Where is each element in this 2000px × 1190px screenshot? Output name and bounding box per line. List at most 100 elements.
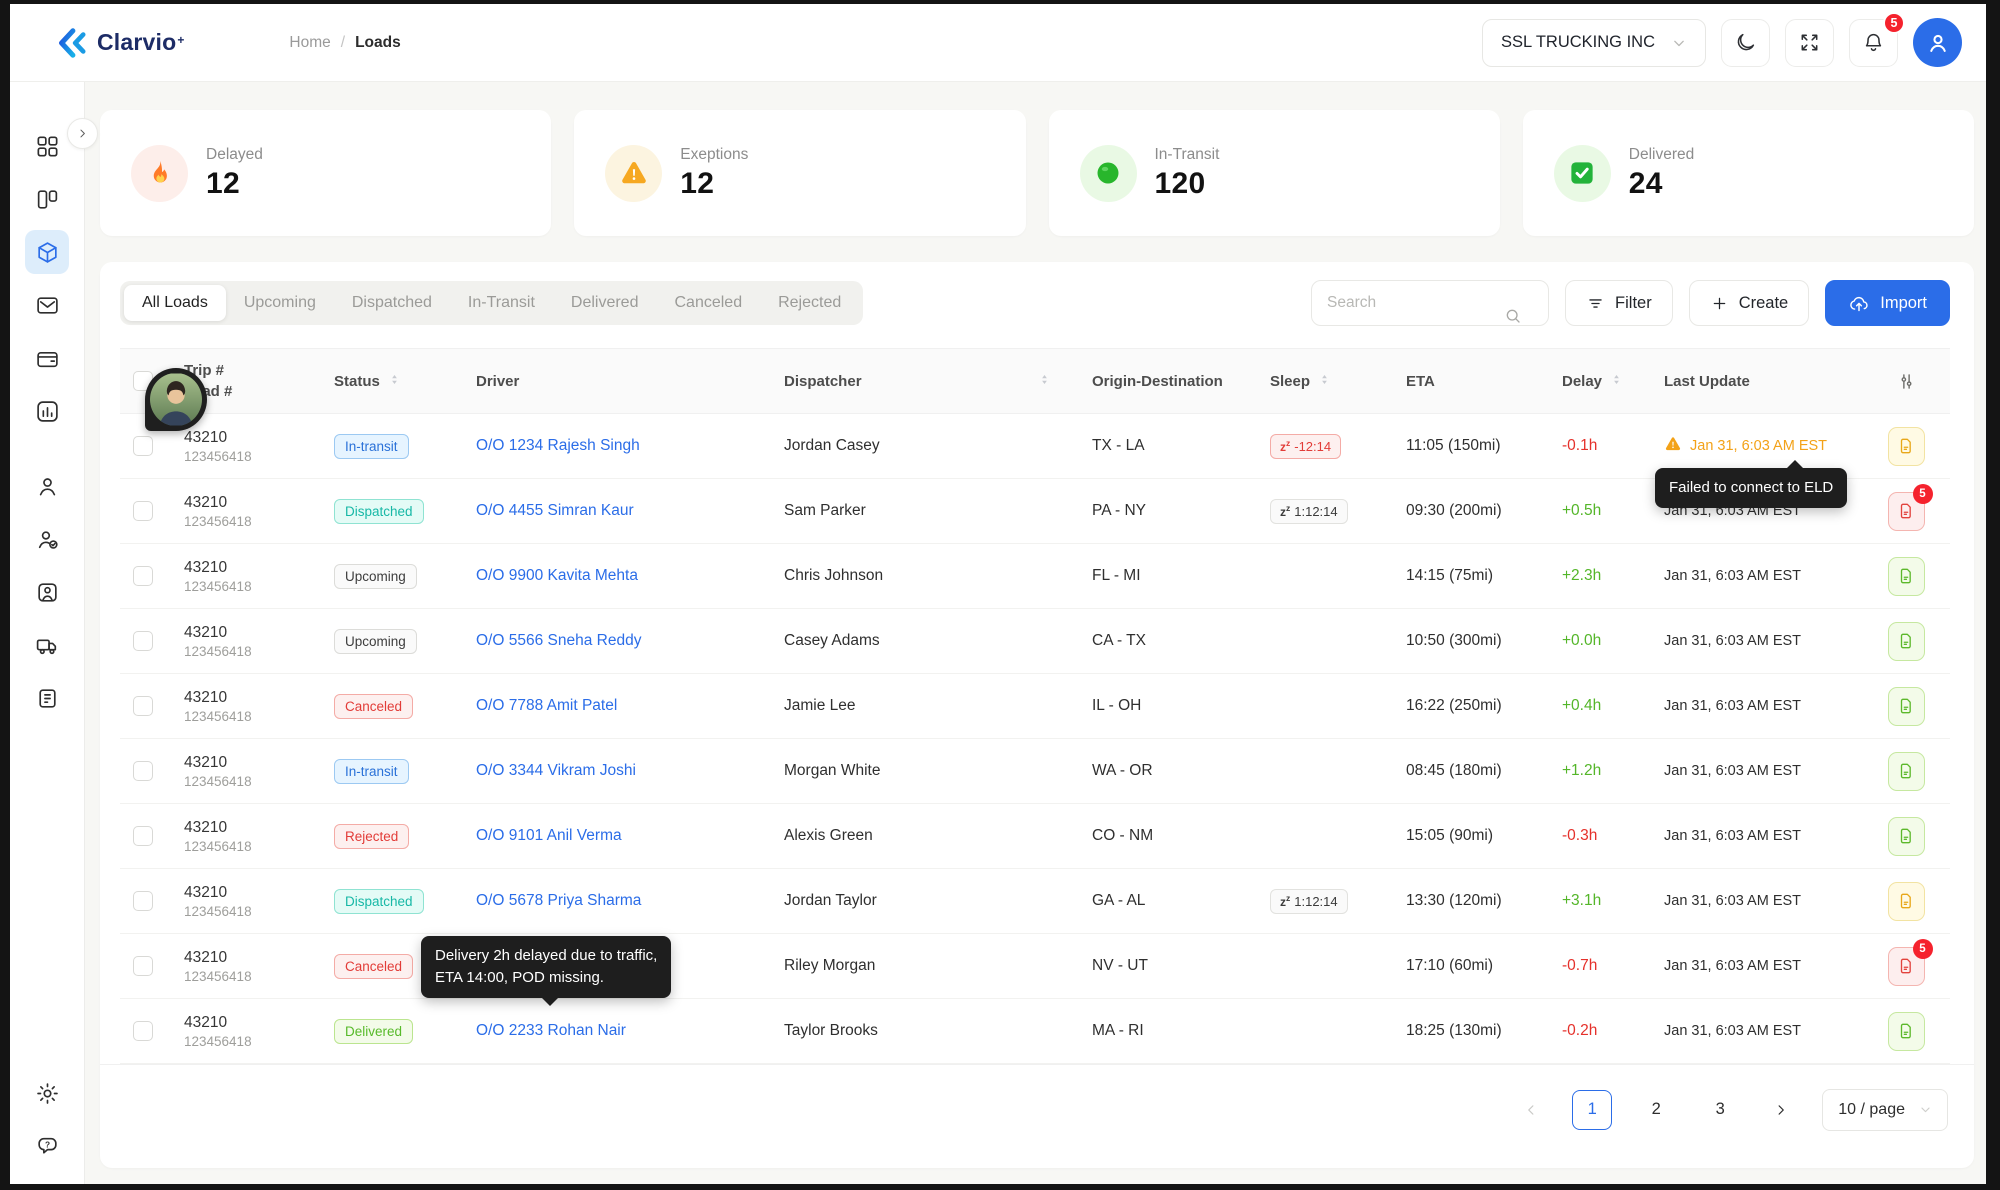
user-badge-icon: [35, 580, 60, 605]
user-avatar[interactable]: [1913, 18, 1962, 67]
pagination-page-3[interactable]: 3: [1700, 1090, 1740, 1130]
row-checkbox[interactable]: [133, 696, 153, 716]
sidebar-item-chart[interactable]: [25, 389, 69, 433]
document-icon: [1896, 826, 1916, 846]
logo-plus: +: [177, 33, 184, 47]
row-checkbox[interactable]: [133, 631, 153, 651]
tab-delivered[interactable]: Delivered: [553, 285, 657, 321]
company-selector[interactable]: SSL TRUCKING INC: [1482, 19, 1706, 67]
row-checkbox[interactable]: [133, 436, 153, 456]
breadcrumb-home[interactable]: Home: [289, 34, 330, 52]
sidebar-expand-button[interactable]: [67, 118, 98, 149]
load-number: 123456418: [184, 449, 252, 464]
pagination-prev-button[interactable]: [1514, 1093, 1548, 1127]
page-size-selector[interactable]: 10 / page: [1822, 1089, 1948, 1131]
column-header-status[interactable]: Status: [320, 372, 462, 391]
delay-value: -0.3h: [1562, 827, 1597, 845]
document-icon: [1896, 696, 1916, 716]
dispatcher-name: Morgan White: [770, 762, 1078, 780]
tab-canceled[interactable]: Canceled: [656, 285, 760, 321]
status-badge: Canceled: [334, 954, 413, 979]
tab-rejected[interactable]: Rejected: [760, 285, 859, 321]
sort-caret-icon[interactable]: [1317, 372, 1332, 391]
filter-button[interactable]: Filter: [1565, 280, 1673, 326]
logo-link[interactable]: Clarvio+: [54, 28, 184, 58]
status-badge: Dispatched: [334, 889, 424, 914]
sidebar-item-user-badge[interactable]: [25, 570, 69, 614]
row-checkbox[interactable]: [133, 826, 153, 846]
driver-link[interactable]: O/O 7788 Amit Patel: [476, 697, 617, 715]
origin-destination: PA - NY: [1078, 502, 1258, 520]
document-button[interactable]: [1888, 687, 1925, 726]
page-size-label: 10 / page: [1838, 1101, 1905, 1119]
row-checkbox[interactable]: [133, 1021, 153, 1041]
driver-link[interactable]: O/O 5678 Priya Sharma: [476, 892, 641, 910]
document-button[interactable]: [1888, 622, 1925, 661]
sidebar-item-truck[interactable]: [25, 623, 69, 667]
sidebar-item-user-check[interactable]: [25, 517, 69, 561]
document-button[interactable]: [1888, 557, 1925, 596]
driver-link[interactable]: O/O 2233 Rohan Nair: [476, 1022, 626, 1040]
row-checkbox[interactable]: [133, 761, 153, 781]
driver-link[interactable]: O/O 3344 Vikram Joshi: [476, 762, 636, 780]
search-icon: [1516, 293, 1536, 313]
load-number: 123456418: [184, 579, 252, 594]
document-button[interactable]: 5: [1888, 947, 1925, 986]
chevron-down-icon: [1669, 33, 1689, 53]
sidebar-item-user[interactable]: [25, 464, 69, 508]
create-button[interactable]: Create: [1689, 280, 1810, 326]
import-button[interactable]: Import: [1825, 280, 1950, 326]
sort-caret-icon[interactable]: [1609, 372, 1624, 391]
delay-value: -0.2h: [1562, 1022, 1597, 1040]
row-checkbox[interactable]: [133, 566, 153, 586]
column-settings-icon[interactable]: [1896, 371, 1917, 392]
pagination-next-button[interactable]: [1764, 1093, 1798, 1127]
breadcrumb: Home / Loads: [289, 34, 400, 52]
tab-in-transit[interactable]: In-Transit: [450, 285, 553, 321]
sort-caret-icon[interactable]: [387, 372, 402, 391]
dark-mode-button[interactable]: [1721, 19, 1770, 67]
document-button[interactable]: [1888, 427, 1925, 466]
column-header-delay[interactable]: Delay: [1548, 372, 1650, 391]
column-header-doc[interactable]: [1862, 371, 1950, 392]
sidebar-item-gear[interactable]: [25, 1071, 69, 1115]
sidebar-item-mail[interactable]: [25, 283, 69, 327]
document-button[interactable]: [1888, 882, 1925, 921]
document-button[interactable]: [1888, 817, 1925, 856]
sidebar-item-wallet[interactable]: [25, 336, 69, 380]
row-checkbox[interactable]: [133, 956, 153, 976]
row-checkbox[interactable]: [133, 891, 153, 911]
sidebar-item-help[interactable]: ?: [25, 1124, 69, 1168]
trip-number: 43210: [184, 494, 252, 512]
sidebar-item-dashboard[interactable]: [25, 124, 69, 168]
driver-link[interactable]: O/O 9900 Kavita Mehta: [476, 567, 638, 585]
document-button[interactable]: 5: [1888, 492, 1925, 531]
pagination-page-1[interactable]: 1: [1572, 1090, 1612, 1130]
column-header-sleep[interactable]: Sleep: [1258, 372, 1392, 391]
driver-link[interactable]: O/O 9101 Anil Verma: [476, 827, 622, 845]
driver-link[interactable]: O/O 1234 Rajesh Singh: [476, 437, 640, 455]
sidebar-item-kanban[interactable]: [25, 177, 69, 221]
row-checkbox[interactable]: [133, 501, 153, 521]
header-actions: SSL TRUCKING INC 5: [1482, 18, 1962, 67]
sidebar-item-building[interactable]: [25, 676, 69, 720]
table-row: 43210123456418RejectedO/O 9101 Anil Verm…: [120, 804, 1950, 869]
sort-caret-icon[interactable]: [1037, 372, 1052, 391]
tab-upcoming[interactable]: Upcoming: [226, 285, 334, 321]
document-button[interactable]: [1888, 1012, 1925, 1051]
driver-link[interactable]: O/O 4455 Simran Kaur: [476, 502, 634, 520]
dispatcher-name: Chris Johnson: [770, 567, 1078, 585]
document-icon: [1896, 436, 1916, 456]
status-badge: Upcoming: [334, 564, 417, 589]
tab-dispatched[interactable]: Dispatched: [334, 285, 450, 321]
sidebar-item-cube[interactable]: [25, 230, 69, 274]
tab-all-loads[interactable]: All Loads: [124, 285, 226, 321]
fullscreen-button[interactable]: [1785, 19, 1834, 67]
driver-link[interactable]: O/O 5566 Sneha Reddy: [476, 632, 641, 650]
document-button[interactable]: [1888, 752, 1925, 791]
table-row: 43210123456418UpcomingO/O 5566 Sneha Red…: [120, 609, 1950, 674]
notifications-button[interactable]: 5: [1849, 19, 1898, 67]
cube-icon: [35, 240, 60, 265]
pagination-page-2[interactable]: 2: [1636, 1090, 1676, 1130]
column-header-dispatcher[interactable]: Dispatcher: [770, 372, 1078, 391]
